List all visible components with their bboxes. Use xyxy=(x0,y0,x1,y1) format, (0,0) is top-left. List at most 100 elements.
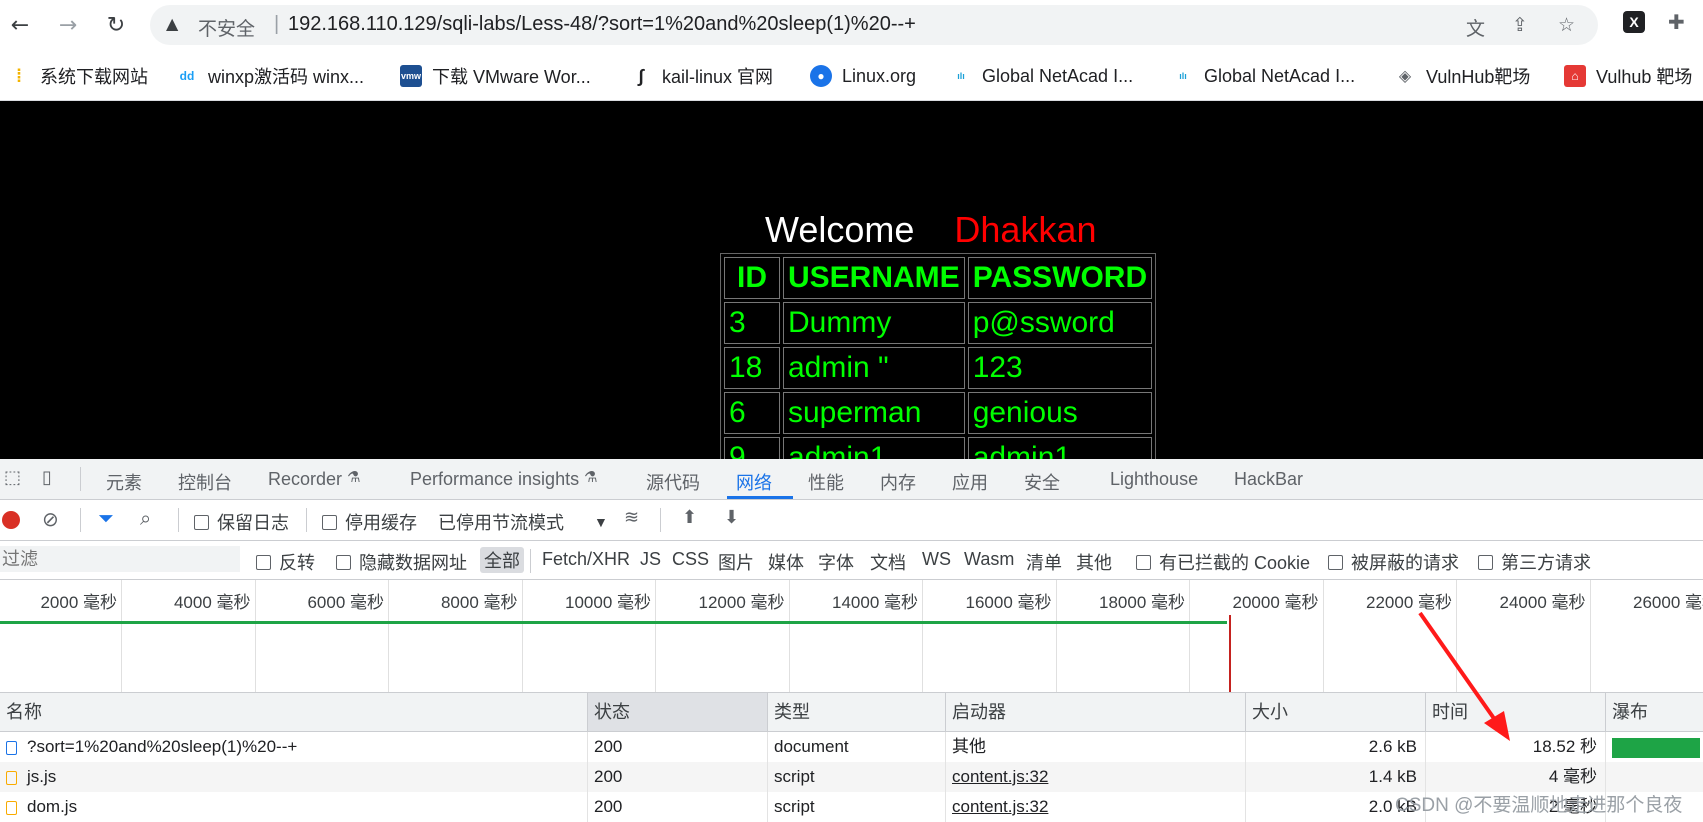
export-har-icon[interactable]: ⬇ xyxy=(724,507,739,528)
column-waterfall[interactable]: 瀑布 xyxy=(1606,693,1703,731)
bookmark-item[interactable]: ● Linux.org xyxy=(810,62,916,90)
bookmark-item[interactable]: ◈ VulnHub靶场 xyxy=(1394,62,1531,90)
tab-performance-insights[interactable]: Performance insights xyxy=(410,469,579,490)
tab-network[interactable]: 网络 xyxy=(736,469,772,495)
table-cell: 6 xyxy=(724,392,780,434)
column-status[interactable]: 状态 xyxy=(588,693,768,731)
warning-icon[interactable]: ▲ xyxy=(166,14,178,33)
insecure-label[interactable]: 不安全 xyxy=(198,14,255,41)
bookmark-item[interactable]: ılı Global NetAcad I... xyxy=(950,62,1133,90)
request-status: 200 xyxy=(588,762,768,792)
request-initiator-link[interactable]: content.js:32 xyxy=(946,762,1246,792)
filter-input[interactable] xyxy=(0,546,240,572)
throttling-label: 已停用节流模式 xyxy=(438,513,564,533)
filter-type-media[interactable]: 媒体 xyxy=(768,549,804,575)
filter-type-xhr[interactable]: Fetch/XHR xyxy=(542,549,630,570)
third-party-checkbox[interactable]: 第三方请求 xyxy=(1478,549,1591,575)
url-text[interactable]: 192.168.110.129/sqli-labs/Less-48/?sort=… xyxy=(288,13,916,36)
filter-type-css[interactable]: CSS xyxy=(672,549,709,570)
checkbox[interactable] xyxy=(336,554,351,570)
blocked-cookies-checkbox[interactable]: 有已拦截的 Cookie xyxy=(1136,549,1310,575)
import-har-icon[interactable]: ⬆ xyxy=(682,507,697,528)
checkbox[interactable] xyxy=(194,514,209,530)
timeline-request-bar xyxy=(0,621,1227,624)
invert-checkbox[interactable]: 反转 xyxy=(256,549,315,575)
filter-type-ws[interactable]: WS xyxy=(922,549,951,570)
bookmark-item[interactable]: ∫ kail-linux 官网 xyxy=(630,62,774,90)
request-initiator-link[interactable]: content.js:32 xyxy=(946,792,1246,822)
address-bar[interactable]: ▲ 不安全 | 192.168.110.129/sqli-labs/Less-4… xyxy=(150,5,1598,45)
tab-elements[interactable]: 元素 xyxy=(106,469,142,495)
tab-console[interactable]: 控制台 xyxy=(178,469,232,495)
table-cell: 123 xyxy=(967,347,1153,389)
disable-cache-checkbox[interactable]: 停用缓存 xyxy=(322,509,417,535)
network-conditions-icon[interactable]: ≋ xyxy=(624,507,639,528)
checkbox[interactable] xyxy=(1328,554,1343,570)
inspect-element-icon[interactable]: ⬚ xyxy=(4,467,21,488)
table-cell: genious xyxy=(967,392,1153,434)
document-icon xyxy=(6,740,17,755)
omnibox-separator: | xyxy=(274,13,280,35)
device-toolbar-icon[interactable]: ▯ xyxy=(42,467,52,488)
search-icon[interactable]: ⌕ xyxy=(140,506,151,530)
bookmark-label: 系统下载网站 xyxy=(40,67,148,87)
checkbox[interactable] xyxy=(1478,554,1493,570)
column-size[interactable]: 大小 xyxy=(1246,693,1426,731)
tab-lighthouse[interactable]: Lighthouse xyxy=(1110,469,1198,490)
filter-type-js[interactable]: JS xyxy=(640,549,661,570)
tab-hackbar[interactable]: HackBar xyxy=(1234,469,1303,490)
tab-sources[interactable]: 源代码 xyxy=(646,469,700,495)
hide-data-urls-checkbox[interactable]: 隐藏数据网址 xyxy=(336,549,467,575)
bookmark-item[interactable]: vmw 下载 VMware Wor... xyxy=(400,62,591,90)
table-cell: admin1 xyxy=(783,437,965,459)
table-cell: admin1 xyxy=(967,437,1153,459)
forward-button[interactable]: → xyxy=(52,9,84,41)
table-row[interactable]: js.js 200 script content.js:32 1.4 kB 4 … xyxy=(0,762,1703,792)
filter-type-font[interactable]: 字体 xyxy=(818,549,854,575)
extensions-puzzle-icon[interactable]: ✚ xyxy=(1668,10,1685,34)
bookmark-item[interactable]: ⁞ 系统下载网站 xyxy=(8,62,148,90)
tab-application[interactable]: 应用 xyxy=(952,469,988,495)
x-extension-icon[interactable]: X xyxy=(1623,11,1645,33)
filter-icon[interactable]: ⏷ xyxy=(98,506,114,530)
column-initiator[interactable]: 启动器 xyxy=(946,693,1246,731)
script-icon xyxy=(6,800,17,815)
bookmark-item[interactable]: ılı Global NetAcad I... xyxy=(1172,62,1355,90)
checkbox[interactable] xyxy=(1136,554,1151,570)
table-cell: Dummy xyxy=(783,302,965,344)
tab-memory[interactable]: 内存 xyxy=(880,469,916,495)
bookmark-item[interactable]: ⌂ Vulhub 靶场 xyxy=(1564,62,1692,90)
reload-button[interactable]: ↻ xyxy=(100,9,132,41)
record-icon[interactable] xyxy=(2,511,20,529)
preserve-log-checkbox[interactable]: 保留日志 xyxy=(194,509,289,535)
tab-recorder[interactable]: Recorder xyxy=(268,469,342,490)
flask-icon: ⚗ xyxy=(347,468,361,486)
back-button[interactable]: ← xyxy=(4,9,36,41)
column-header: USERNAME xyxy=(783,257,965,299)
checkbox[interactable] xyxy=(256,554,271,570)
table-cell: 18 xyxy=(724,347,780,389)
share-icon[interactable]: ⇪ xyxy=(1512,14,1528,36)
filter-type-all[interactable]: 全部 xyxy=(480,547,524,573)
clear-icon[interactable]: ⊘ xyxy=(42,507,59,531)
filter-type-wasm[interactable]: Wasm xyxy=(964,549,1014,570)
tab-security[interactable]: 安全 xyxy=(1024,469,1060,495)
checkbox[interactable] xyxy=(322,514,337,530)
column-name[interactable]: 名称 xyxy=(0,693,588,731)
request-time: 4 毫秒 xyxy=(1426,762,1606,792)
filter-type-manifest[interactable]: 清单 xyxy=(1026,549,1062,575)
bookmark-item[interactable]: dd winxp激活码 winx... xyxy=(176,62,364,90)
blocked-requests-checkbox[interactable]: 被屏蔽的请求 xyxy=(1328,549,1459,575)
divider xyxy=(530,549,531,573)
throttling-select[interactable]: 已停用节流模式 ▼ xyxy=(438,509,608,535)
timeline-tick-label: 8000 毫秒 xyxy=(440,593,518,612)
filter-type-doc[interactable]: 文档 xyxy=(870,549,906,575)
translate-icon[interactable]: 文 xyxy=(1466,14,1485,41)
timeline-tick-label: 12000 毫秒 xyxy=(698,593,785,612)
system-download-icon: ⁞ xyxy=(16,65,22,86)
filter-type-img[interactable]: 图片 xyxy=(718,549,754,575)
filter-type-other[interactable]: 其他 xyxy=(1076,549,1112,575)
bookmark-star-icon[interactable]: ☆ xyxy=(1558,14,1575,36)
column-type[interactable]: 类型 xyxy=(768,693,946,731)
tab-performance[interactable]: 性能 xyxy=(808,469,844,495)
